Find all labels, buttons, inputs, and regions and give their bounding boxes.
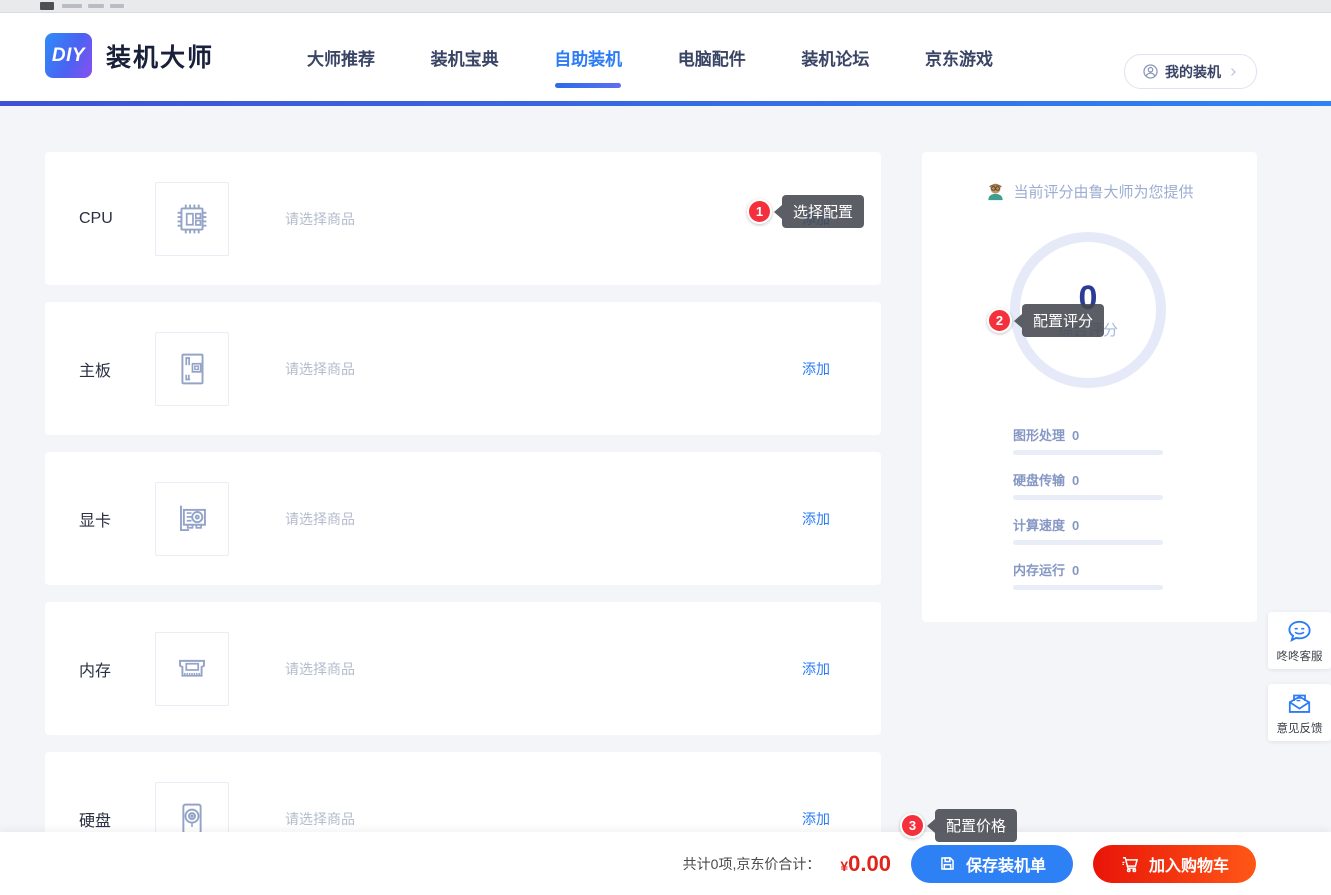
tour-step-3-badge: 3 [900,813,925,838]
ludashi-mascot-icon [985,181,1006,202]
page-viewport: DIY 装机大师 大师推荐 装机宝典 自助装机 电脑配件 装机论坛 京东游戏 我… [0,0,1331,895]
tour-step-1: 1 选择配置 [747,195,865,228]
metric-progressbar [1013,540,1163,545]
component-placeholder: 请选择商品 [285,660,355,677]
total-price: ¥ 0.00 [840,851,891,877]
metric-progressbar [1013,450,1163,455]
nav-item-recommend[interactable]: 大师推荐 [307,39,375,76]
browser-strip-remnant [0,0,1331,13]
cart-icon [1120,854,1140,874]
envelope-icon [1286,690,1313,717]
metric-value: 0 [1072,473,1080,488]
header: DIY 装机大师 大师推荐 装机宝典 自助装机 电脑配件 装机论坛 京东游戏 我… [0,13,1331,101]
component-label: 主板 [79,362,112,380]
metric-progressbar [1013,585,1163,590]
component-label: CPU [79,209,113,227]
chevron-right-icon [1227,66,1239,78]
main-nav: 大师推荐 装机宝典 自助装机 电脑配件 装机论坛 京东游戏 [307,13,993,101]
my-build-label: 我的装机 [1165,63,1221,80]
nav-item-guide[interactable]: 装机宝典 [431,39,499,76]
component-placeholder: 请选择商品 [285,360,355,377]
score-provider-row: 当前评分由鲁大师为您提供 [922,181,1257,202]
ram-icon [155,631,229,706]
gpu-icon [155,481,229,556]
floppy-save-icon [938,854,957,873]
component-label: 硬盘 [79,812,112,830]
metric-disk: 硬盘传输 0 [1013,470,1165,500]
metric-memory: 内存运行 0 [1013,560,1165,590]
tour-step-2-badge: 2 [987,308,1012,333]
tooltip-arrow [927,818,935,833]
component-placeholder: 请选择商品 [285,210,355,227]
nav-item-parts[interactable]: 电脑配件 [678,39,746,76]
component-row-gpu: 显卡 请选择商品 添加 [45,452,881,585]
score-provider-note: 当前评分由鲁大师为您提供 [1013,184,1194,201]
add-to-cart-button[interactable]: 加入购物车 [1092,844,1256,883]
strip-dash [110,4,124,8]
nav-item-self-build[interactable]: 自助装机 [554,39,622,76]
feedback-widget[interactable]: 意见反馈 [1268,684,1331,741]
metric-label: 硬盘传输 [1013,473,1066,488]
tour-step-3: 3 配置价格 [900,809,1018,842]
component-row-motherboard: 主板 请选择商品 添加 [45,302,881,435]
component-label: 内存 [79,662,112,680]
add-to-cart-label: 加入购物车 [1148,857,1229,875]
tooltip-arrow [774,204,782,219]
strip-dash [62,4,82,8]
metric-progressbar [1013,495,1163,500]
cart-summary-text: 共计0项,京东价合计： [682,855,821,872]
favicon-remnant [40,2,54,10]
add-hdd-link[interactable]: 添加 [802,809,830,829]
tour-step-2: 2 配置评分 [987,304,1105,337]
cpu-icon [155,181,229,256]
metric-graphics: 图形处理 0 [1013,425,1165,455]
score-metrics: 图形处理 0 硬盘传输 0 计算速度 0 内存运行 0 [1013,425,1165,605]
metric-value: 0 [1072,563,1080,578]
nav-item-forum[interactable]: 装机论坛 [801,39,869,76]
brand-logo[interactable]: DIY 装机大师 [45,33,214,78]
chat-smiley-icon [1286,618,1313,645]
motherboard-icon [155,331,229,406]
logo-text: DIY [51,44,86,66]
metric-label: 图形处理 [1013,428,1066,443]
customer-service-widget[interactable]: 咚咚客服 [1268,612,1331,669]
metric-label: 内存运行 [1013,563,1066,578]
component-placeholder: 请选择商品 [285,810,355,827]
add-ram-link[interactable]: 添加 [802,659,830,679]
currency-symbol: ¥ [840,857,849,874]
metric-compute: 计算速度 0 [1013,515,1165,545]
save-build-label: 保存装机单 [965,857,1046,875]
tour-step-1-tooltip: 选择配置 [782,195,865,228]
metric-label: 计算速度 [1013,518,1066,533]
metric-value: 0 [1072,428,1080,443]
customer-service-label: 咚咚客服 [1276,650,1323,663]
brand-name: 装机大师 [106,43,215,72]
component-placeholder: 请选择商品 [285,510,355,527]
component-row-ram: 内存 请选择商品 添加 [45,602,881,735]
my-build-button[interactable]: 我的装机 [1124,54,1257,89]
tour-step-2-tooltip: 配置评分 [1022,304,1105,337]
component-label: 显卡 [79,512,112,530]
metric-value: 0 [1072,518,1080,533]
header-accent-line [0,101,1331,106]
score-panel: 当前评分由鲁大师为您提供 0 综合评分 图形处理 0 硬盘传输 0 [922,152,1257,622]
save-build-button[interactable]: 保存装机单 [910,844,1073,883]
tour-step-3-tooltip: 配置价格 [935,809,1018,842]
nav-item-jd-games[interactable]: 京东游戏 [925,39,993,76]
user-icon [1142,63,1159,80]
diy-logo-icon: DIY [45,33,92,78]
strip-dash [88,4,104,8]
tour-step-1-badge: 1 [747,199,772,224]
tooltip-arrow [1014,313,1022,328]
add-motherboard-link[interactable]: 添加 [802,359,830,379]
feedback-label: 意见反馈 [1276,722,1323,735]
total-amount: 0.00 [848,850,891,876]
add-gpu-link[interactable]: 添加 [802,509,830,529]
bottom-checkout-bar: 共计0项,京东价合计： ¥ 0.00 保存装机单 加入购物车 [0,832,1331,895]
